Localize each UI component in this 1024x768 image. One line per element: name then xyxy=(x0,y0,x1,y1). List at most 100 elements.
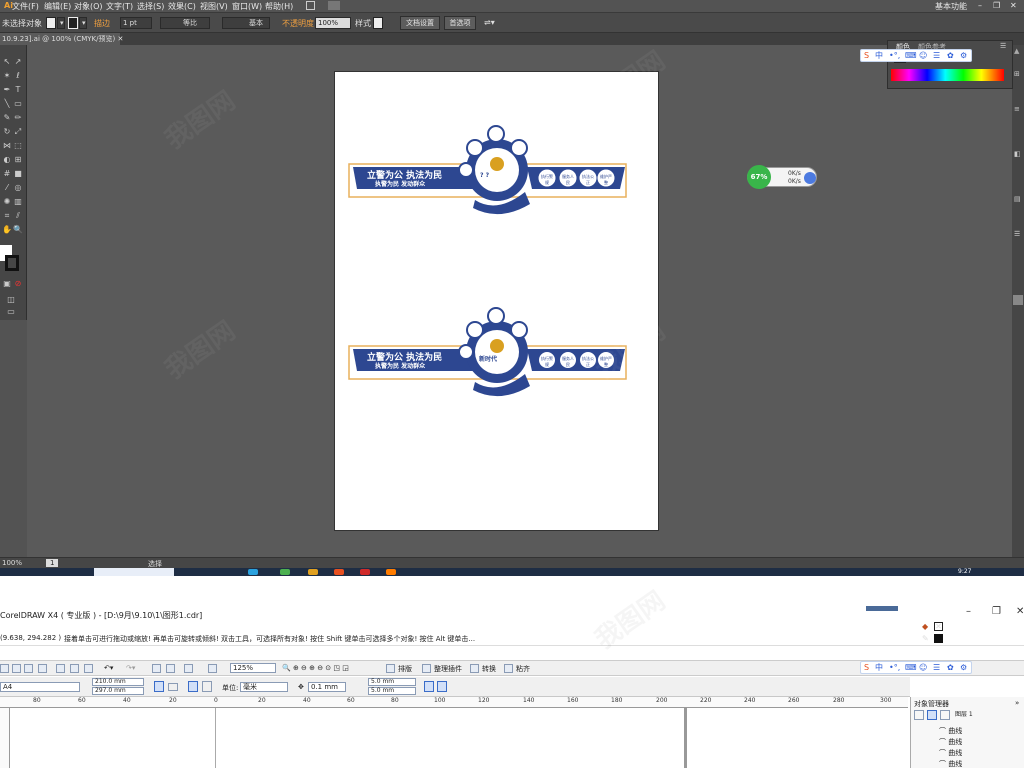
corel-drawing-page[interactable] xyxy=(10,708,908,768)
speed-boost-icon[interactable] xyxy=(804,172,816,184)
ime-settings-icon[interactable]: ⚙ xyxy=(960,50,967,61)
outline-color-swatch[interactable] xyxy=(934,634,943,643)
graph-tool-icon[interactable]: ▥ xyxy=(13,197,23,207)
object-item[interactable]: ⌒ 曲线 xyxy=(939,748,962,758)
stroke-swatch[interactable] xyxy=(68,17,78,29)
restore-icon[interactable]: ❐ xyxy=(993,1,1000,10)
save-icon[interactable] xyxy=(24,664,33,673)
artboard[interactable]: 立警为公 执法为民 执警为民 发动群众 ? ? 执行警规 服务人民 执法公正 维… xyxy=(334,71,659,531)
ime-punct-2[interactable]: •°, xyxy=(889,662,900,673)
none-mode-icon[interactable]: ⊘ xyxy=(13,279,23,289)
convert-button[interactable]: 转换 xyxy=(482,664,496,674)
graphic-style-swatch[interactable] xyxy=(373,17,383,29)
brush-definition[interactable]: 基本 xyxy=(222,17,270,29)
preferences-button[interactable]: 首选项 xyxy=(444,16,476,30)
ime-keyboard-icon[interactable]: ⌨ xyxy=(905,50,917,61)
cut-icon[interactable] xyxy=(56,664,65,673)
document-setup-button[interactable]: 文档设置 xyxy=(400,16,440,30)
bridge-icon[interactable] xyxy=(306,1,315,10)
taskbar-app-3[interactable] xyxy=(308,569,318,575)
export-icon[interactable] xyxy=(166,664,175,673)
artboard-number[interactable]: 1 xyxy=(46,559,59,567)
color-mode-icon[interactable]: ▣ xyxy=(2,279,12,289)
menu-type[interactable]: 文字(T) xyxy=(106,1,133,12)
lasso-tool-icon[interactable]: ℓ xyxy=(13,71,23,81)
duplicate-y-field[interactable]: 5.0 mm xyxy=(368,687,416,695)
portrait-icon[interactable] xyxy=(154,681,164,692)
import-icon[interactable] xyxy=(152,664,161,673)
ime-toolbar-bottom[interactable]: S 中 •°, ⌨ ☺ ☰ ✿ ⚙ xyxy=(860,661,972,674)
zoom-icons[interactable]: 🔍 ⊕ ⊖ ⊕ ⊖ ⊙ ◳ ◲ xyxy=(282,664,349,672)
organize-plugin-button[interactable]: 整理插件 xyxy=(434,664,462,674)
network-speed-widget[interactable]: 67% 0K/s 0K/s xyxy=(747,165,817,189)
stroke-color-box[interactable] xyxy=(5,255,19,271)
scroll-up-arrow[interactable]: ▲ xyxy=(1014,47,1019,55)
ime-settings-icon-2[interactable]: ⚙ xyxy=(960,662,967,673)
ime-skin-icon[interactable]: ☰ xyxy=(933,50,940,61)
nudge-distance-field[interactable]: 0.1 mm xyxy=(308,682,346,692)
menu-view[interactable]: 视图(V) xyxy=(200,1,228,12)
rotate-tool-icon[interactable]: ↻ xyxy=(2,127,12,137)
panel-collapse-icon[interactable]: » xyxy=(1015,699,1019,707)
landscape-icon[interactable] xyxy=(168,683,178,691)
shape-builder-icon[interactable]: ◐ xyxy=(2,155,12,165)
stroke-label[interactable]: 描边 xyxy=(94,18,110,29)
units-dropdown[interactable]: 毫米 xyxy=(240,682,288,692)
ime-tool-icon[interactable]: ✿ xyxy=(947,50,954,61)
stroke-weight-field[interactable]: 1 pt xyxy=(120,17,152,29)
pen-tool-icon[interactable]: ✒ xyxy=(2,85,12,95)
ime-keyboard-icon-2[interactable]: ⌨ xyxy=(905,662,917,673)
layout-button[interactable]: 排版 xyxy=(398,664,412,674)
drawing-mode-icon[interactable]: ◫ xyxy=(6,295,16,305)
menu-help[interactable]: 帮助(H) xyxy=(265,1,293,12)
rectangle-tool-icon[interactable]: ▭ xyxy=(13,99,23,109)
ime-lang[interactable]: 中 xyxy=(875,50,883,61)
zoom-dropdown[interactable]: 125% xyxy=(230,663,276,673)
panel-icon-1[interactable]: ⊞ xyxy=(1014,70,1020,78)
panel-icon-2[interactable]: ≡ xyxy=(1014,105,1020,113)
screen-mode-icon[interactable]: ▭ xyxy=(6,307,16,317)
document-tab[interactable]: 10.9.23].ai @ 100% (CMYK/预览) ✕ xyxy=(0,33,123,45)
layout-plugin-icon[interactable] xyxy=(386,664,395,673)
taskbar-app-4[interactable] xyxy=(334,569,344,575)
duplicate-x-field[interactable]: 5.0 mm xyxy=(368,678,416,686)
type-tool-icon[interactable]: T xyxy=(13,85,23,95)
all-pages-icon[interactable] xyxy=(188,681,198,692)
units-icon[interactable] xyxy=(424,681,434,692)
edit-across-layers-icon[interactable] xyxy=(927,710,937,720)
menu-object[interactable]: 对象(O) xyxy=(74,1,103,12)
fill-dropdown[interactable]: ▾ xyxy=(57,17,65,29)
panel-menu-icon[interactable]: ⇌▾ xyxy=(484,18,495,27)
vertical-ruler[interactable] xyxy=(0,708,10,768)
layer-manager-icon[interactable] xyxy=(940,710,950,720)
organize-plugin-icon[interactable] xyxy=(422,664,431,673)
corel-minimize-icon[interactable]: – xyxy=(966,606,971,617)
print-icon[interactable] xyxy=(38,664,47,673)
gradient-tool-icon[interactable]: ■ xyxy=(13,169,23,179)
stroke-dropdown[interactable]: ▾ xyxy=(79,17,87,29)
line-tool-icon[interactable]: ╲ xyxy=(2,99,12,109)
width-tool-icon[interactable]: ⋈ xyxy=(2,141,12,151)
open-icon[interactable] xyxy=(12,664,21,673)
taskbar-search[interactable] xyxy=(94,568,174,576)
outline-indicator-icon[interactable]: ✎ xyxy=(922,634,929,643)
new-doc-icon[interactable] xyxy=(0,664,9,673)
corel-restore-icon[interactable]: ❐ xyxy=(992,606,1001,617)
convert-icon[interactable] xyxy=(470,664,479,673)
hand-tool-icon[interactable]: ✋ xyxy=(2,225,12,235)
treat-as-filled-icon[interactable] xyxy=(437,681,447,692)
menu-edit[interactable]: 编辑(E) xyxy=(44,1,71,12)
paintbrush-icon[interactable]: ✎ xyxy=(2,113,12,123)
app-launcher-icon[interactable] xyxy=(184,664,193,673)
ime-tool-icon-2[interactable]: ✿ xyxy=(947,662,954,673)
page-width-field[interactable]: 210.0 mm xyxy=(92,678,144,686)
arrange-docs-icon[interactable] xyxy=(328,1,340,10)
perspective-grid-icon[interactable]: ⊞ xyxy=(13,155,23,165)
ime-punct[interactable]: •°, xyxy=(889,50,900,61)
layer-name[interactable]: 图层 1 xyxy=(955,709,973,718)
copy-icon[interactable] xyxy=(70,664,79,673)
align-icon[interactable] xyxy=(504,664,513,673)
undo-icon[interactable]: ↶▾ xyxy=(104,664,113,672)
paste-icon[interactable] xyxy=(84,664,93,673)
zoom-tool-icon[interactable]: 🔍 xyxy=(13,225,23,235)
